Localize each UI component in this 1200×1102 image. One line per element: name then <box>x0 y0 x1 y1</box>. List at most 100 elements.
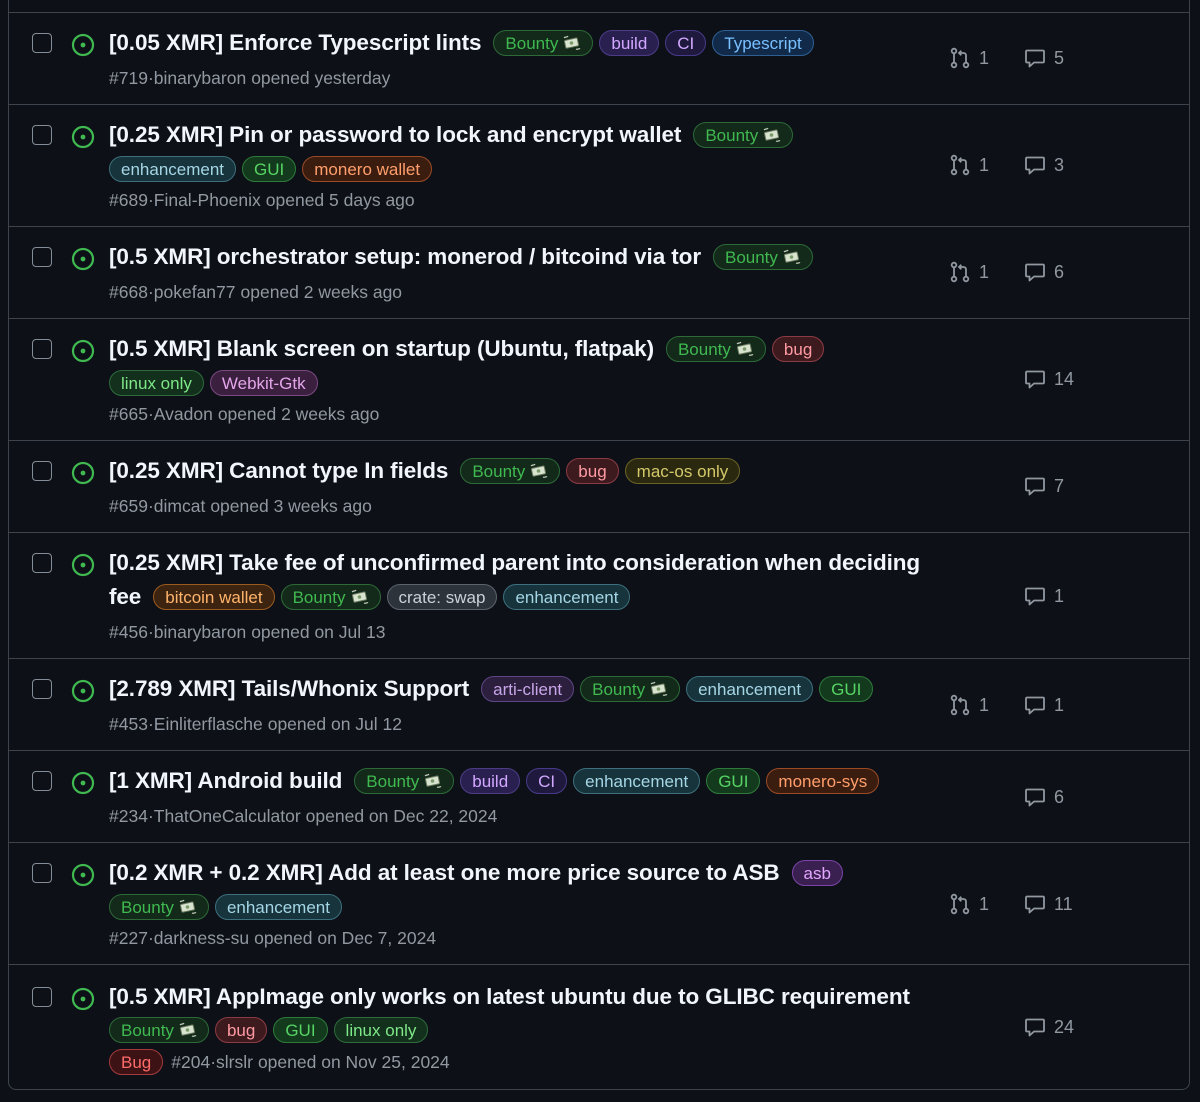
label-crate-swap[interactable]: crate: swap <box>386 584 498 610</box>
label-monero-sys[interactable]: monero-sys <box>766 768 880 794</box>
label-monero-wallet[interactable]: monero wallet <box>302 156 433 182</box>
label-arti-client[interactable]: arti-client <box>481 676 575 702</box>
label-bounty[interactable]: Bounty <box>109 894 209 920</box>
select-checkbox[interactable] <box>32 339 52 359</box>
label-bug[interactable]: bug <box>214 1017 268 1043</box>
label-bitcoin-wallet[interactable]: bitcoin wallet <box>153 584 275 610</box>
comment-count[interactable]: 6 <box>1024 261 1064 283</box>
label-gui[interactable]: GUI <box>706 768 761 794</box>
label-typescript[interactable]: Typescript <box>712 30 814 56</box>
select-checkbox[interactable] <box>32 33 52 53</box>
issue-open-icon <box>71 125 95 149</box>
issue-title-link[interactable]: [2.789 XMR] Tails/Whonix Support <box>109 676 469 702</box>
comment-count[interactable]: 3 <box>1024 154 1064 176</box>
issue-row[interactable]: [0.25 XMR] Take fee of unconfirmed paren… <box>9 532 1189 658</box>
label-enhancement[interactable]: enhancement <box>109 156 237 182</box>
author-link[interactable]: dimcat <box>154 496 206 517</box>
label-mac-os-only[interactable]: mac-os only <box>624 458 741 484</box>
label-webkit-gtk[interactable]: Webkit-Gtk <box>209 370 318 396</box>
author-link[interactable]: Avadon <box>154 404 213 425</box>
label-bounty[interactable]: Bounty <box>460 458 561 484</box>
select-checkbox[interactable] <box>32 553 52 573</box>
label-asb[interactable]: asb <box>791 860 843 886</box>
money-with-wings-icon <box>778 249 801 265</box>
issue-title-link[interactable]: [0.05 XMR] Enforce Typescript lints <box>109 30 482 56</box>
label-bounty[interactable]: Bounty <box>109 1017 209 1043</box>
comment-count[interactable]: 24 <box>1024 1016 1074 1038</box>
issue-title-link[interactable]: [0.25 XMR] Pin or password to lock and e… <box>109 122 681 148</box>
issue-title-link[interactable]: [0.5 XMR] orchestrator setup: monerod / … <box>109 244 701 270</box>
issue-row[interactable]: [0.5 XMR] orchestrator setup: monerod / … <box>9 226 1189 318</box>
select-checkbox[interactable] <box>32 987 52 1007</box>
label-build[interactable]: build <box>460 768 521 794</box>
comment-count[interactable]: 1 <box>1024 694 1064 716</box>
issue-row[interactable]: [1 XMR] Android build Bounty build CI enhanc… <box>9 750 1189 842</box>
issue-row[interactable]: [0.2 XMR + 0.2 XMR] Add at least one mor… <box>9 842 1189 964</box>
label-bug[interactable]: bug <box>566 458 619 484</box>
comment-count[interactable]: 6 <box>1024 786 1064 808</box>
issue-title-link[interactable]: [0.5 XMR] Blank screen on startup (Ubunt… <box>109 336 654 362</box>
comment-count[interactable]: 5 <box>1024 47 1064 69</box>
issue-title-link[interactable]: fee <box>109 584 141 610</box>
pr-count: 1 <box>979 893 990 914</box>
label-enhancement[interactable]: enhancement <box>686 676 814 702</box>
label-text: crate: swap <box>398 587 486 607</box>
author-link[interactable]: slrslr <box>216 1052 253 1073</box>
linked-pr-count[interactable]: 1 <box>949 47 989 69</box>
issue-row[interactable]: [0.5 XMR] Blank screen on startup (Ubunt… <box>9 318 1189 440</box>
label-bounty[interactable]: Bounty <box>665 336 766 362</box>
issue-row[interactable]: [0.25 XMR] Cannot type In fields Bounty bu… <box>9 440 1189 532</box>
label-ci[interactable]: CI <box>665 30 707 56</box>
label-bug[interactable]: Bug <box>109 1049 164 1075</box>
select-checkbox[interactable] <box>32 679 52 699</box>
label-bug[interactable]: bug <box>771 336 825 362</box>
issue-title-link[interactable]: [0.2 XMR + 0.2 XMR] Add at least one mor… <box>109 860 780 886</box>
author-link[interactable]: binarybaron <box>154 622 246 643</box>
issue-title-link[interactable]: [0.25 XMR] Cannot type In fields <box>109 458 448 484</box>
money-with-wings-icon <box>174 1022 197 1038</box>
issue-title-link[interactable]: [0.5 XMR] AppImage only works on latest … <box>109 984 910 1010</box>
author-link[interactable]: darkness-su <box>154 928 249 949</box>
select-checkbox[interactable] <box>32 863 52 883</box>
label-bounty[interactable]: Bounty <box>580 676 681 702</box>
label-bounty[interactable]: Bounty <box>493 30 594 56</box>
select-checkbox[interactable] <box>32 125 52 145</box>
issue-row[interactable]: [0.05 XMR] Enforce Typescript lints Bount… <box>9 12 1189 104</box>
select-checkbox[interactable] <box>32 771 52 791</box>
issue-row[interactable]: [0.25 XMR] Pin or password to lock and e… <box>9 104 1189 226</box>
label-enhancement[interactable]: enhancement <box>503 584 631 610</box>
select-checkbox[interactable] <box>32 461 52 481</box>
label-linux-only[interactable]: linux only <box>109 370 204 396</box>
label-enhancement[interactable]: enhancement <box>573 768 701 794</box>
author-link[interactable]: Final-Phoenix <box>154 190 261 211</box>
label-bounty[interactable]: Bounty <box>280 584 381 610</box>
linked-pr-count[interactable]: 1 <box>949 694 989 716</box>
select-checkbox[interactable] <box>32 247 52 267</box>
label-gui[interactable]: GUI <box>819 676 874 702</box>
issue-title-link[interactable]: [0.25 XMR] Take fee of unconfirmed paren… <box>109 550 920 576</box>
comment-count[interactable]: 1 <box>1024 585 1064 607</box>
comment-count[interactable]: 7 <box>1024 475 1064 497</box>
linked-pr-count[interactable]: 1 <box>949 154 989 176</box>
label-text: enhancement <box>121 159 225 179</box>
comment-count[interactable]: 14 <box>1024 368 1074 390</box>
issue-title-link[interactable]: [1 XMR] Android build <box>109 768 342 794</box>
issue-row[interactable]: [0.5 XMR] AppImage only works on latest … <box>9 964 1189 1090</box>
label-build[interactable]: build <box>599 30 660 56</box>
author-link[interactable]: binarybaron <box>154 68 246 89</box>
label-gui[interactable]: GUI <box>273 1017 328 1043</box>
label-bounty[interactable]: Bounty <box>712 244 813 270</box>
label-gui[interactable]: GUI <box>242 156 297 182</box>
label-bounty[interactable]: Bounty <box>693 122 794 148</box>
label-linux-only[interactable]: linux only <box>333 1017 429 1043</box>
author-link[interactable]: Einliterflasche <box>154 714 263 735</box>
linked-pr-count[interactable]: 1 <box>949 261 989 283</box>
label-bounty[interactable]: Bounty <box>354 768 455 794</box>
label-ci[interactable]: CI <box>526 768 568 794</box>
author-link[interactable]: ThatOneCalculator <box>154 806 301 827</box>
issue-row[interactable]: [2.789 XMR] Tails/Whonix Support arti-cli… <box>9 658 1189 750</box>
linked-pr-count[interactable]: 1 <box>949 893 989 915</box>
author-link[interactable]: pokefan77 <box>154 282 236 303</box>
label-enhancement[interactable]: enhancement <box>214 894 342 920</box>
comment-count[interactable]: 11 <box>1024 893 1073 915</box>
